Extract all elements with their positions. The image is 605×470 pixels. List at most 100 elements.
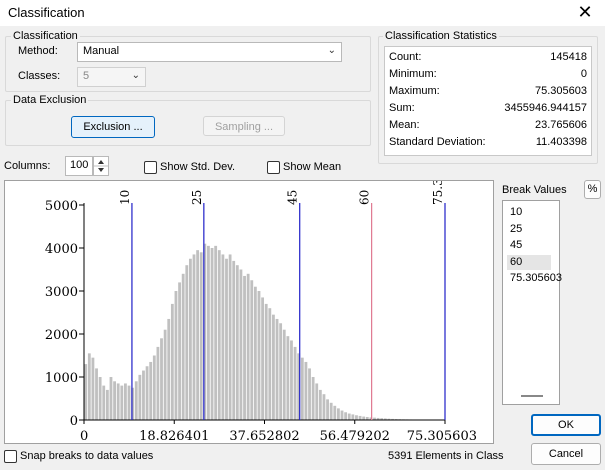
histogram-bar: [351, 414, 355, 420]
stat-key: Count:: [389, 51, 422, 63]
histogram-bar: [300, 357, 304, 420]
break-values-label: Break Values: [502, 184, 567, 196]
histogram-bar: [239, 269, 243, 420]
stat-key: Minimum:: [389, 68, 437, 80]
stat-value: 11.403398: [535, 136, 587, 148]
stat-value: 75.305603: [535, 85, 587, 97]
histogram-bar: [329, 402, 333, 420]
exclusion-button[interactable]: Exclusion ...: [71, 116, 155, 138]
histogram-bar: [95, 368, 98, 420]
histogram-bar: [344, 412, 348, 420]
histogram-bar: [87, 353, 91, 420]
stat-row: Count: 145418: [389, 51, 587, 67]
stat-value: 0: [580, 68, 587, 80]
columns-input[interactable]: 100: [65, 156, 93, 176]
classes-label: Classes:: [18, 70, 61, 82]
stat-key: Sum:: [389, 102, 415, 114]
break-value-item[interactable]: 10: [507, 205, 551, 220]
show-std-dev-label: Show Std. Dev.: [160, 161, 235, 173]
histogram-bar: [322, 394, 326, 420]
histogram-bar: [235, 265, 239, 420]
stat-key: Maximum:: [389, 85, 440, 97]
y-tick-label: 1000: [45, 371, 78, 386]
chevron-down-icon: ⌄: [131, 70, 140, 81]
percent-button[interactable]: %: [584, 180, 601, 199]
data-exclusion-group: [5, 100, 371, 146]
histogram-bar: [340, 410, 344, 420]
show-mean-checkbox[interactable]: [267, 161, 280, 174]
y-tick-label: 0: [70, 414, 78, 429]
break-label: 25: [190, 190, 204, 205]
title-bar: [0, 0, 605, 26]
histogram-bar: [91, 357, 95, 420]
histogram-bar: [192, 254, 196, 420]
histogram-bar: [98, 377, 102, 420]
stat-row: Maximum: 75.305603: [389, 85, 587, 101]
histogram-bar: [272, 314, 275, 420]
histogram-bar: [279, 323, 283, 420]
histogram-bar: [127, 385, 131, 420]
histogram-bar: [167, 318, 171, 420]
histogram-bar: [181, 273, 185, 420]
histogram-bar: [134, 381, 138, 420]
histogram-bar: [221, 254, 225, 420]
histogram-bar: [152, 355, 156, 420]
histogram-bar: [217, 250, 221, 420]
columns-spinner[interactable]: [93, 156, 109, 176]
histogram-bar: [138, 374, 142, 420]
histogram-bar: [268, 308, 272, 420]
break-value-item[interactable]: 75.305603: [507, 271, 562, 286]
break-label: 75.305603: [431, 181, 445, 205]
stat-row: Mean: 23.765606: [389, 119, 587, 135]
close-icon[interactable]: ✕: [575, 2, 595, 22]
histogram-bar: [304, 361, 308, 420]
histogram-bar: [113, 381, 116, 420]
chevron-down-icon: ⌄: [327, 45, 336, 56]
histogram-bar: [120, 385, 124, 420]
stat-value: 23.765606: [535, 119, 587, 131]
sampling-button: Sampling ...: [203, 116, 285, 136]
stat-value: 145418: [550, 51, 587, 63]
histogram-bar: [333, 405, 337, 420]
histogram-bar: [105, 389, 109, 420]
statistics-panel: Count: 145418 Minimum: 0 Maximum: 75.305603…: [384, 46, 592, 156]
histogram-bar: [124, 383, 127, 420]
snap-breaks-checkbox[interactable]: [4, 450, 17, 463]
break-value-item[interactable]: 45: [507, 238, 551, 253]
x-tick-label: 56.479202: [320, 429, 390, 443]
histogram-bar: [275, 318, 279, 420]
histogram-bar: [109, 377, 113, 420]
x-tick-label: 0: [80, 429, 88, 443]
histogram-bar: [210, 248, 214, 420]
histogram-bar: [228, 254, 232, 420]
break-values-list[interactable]: 10 25 45 60 75.305603: [502, 200, 562, 405]
break-label: 60: [358, 190, 372, 205]
histogram-bar: [156, 346, 160, 420]
y-tick-label: 2000: [45, 328, 78, 343]
list-scrollbar[interactable]: [521, 395, 543, 397]
histogram-bar: [282, 329, 286, 420]
histogram-bar: [257, 291, 261, 420]
ok-button[interactable]: OK: [531, 414, 601, 436]
method-value: Manual: [83, 45, 120, 57]
cancel-button[interactable]: Cancel: [531, 443, 601, 465]
histogram-bar: [315, 383, 319, 420]
y-tick-label: 4000: [45, 242, 78, 257]
method-select[interactable]: Manual ⌄: [77, 42, 342, 62]
stat-key: Mean:: [389, 119, 420, 131]
statistics-group-label: Classification Statistics: [383, 30, 499, 42]
x-tick-label: 75.305603: [407, 429, 477, 443]
histogram-bar: [232, 260, 236, 420]
histogram-bar: [145, 366, 149, 420]
stat-value: 3455946.944157: [504, 102, 587, 114]
histogram-bar: [308, 368, 311, 420]
histogram-svg[interactable]: 0 1000 2000 3000 4000 5000 0 18.826401 37.652802…: [5, 140, 493, 444]
histogram-bar: [261, 297, 264, 420]
histogram-bar: [286, 336, 290, 420]
break-value-item[interactable]: 25: [507, 222, 551, 237]
histogram-chart[interactable]: 0 1000 2000 3000 4000 5000 0 18.826401 37.652802…: [4, 140, 494, 444]
x-tick-label: 37.652802: [229, 429, 299, 443]
y-tick-label: 3000: [45, 285, 78, 300]
break-value-item[interactable]: 60: [507, 254, 551, 270]
show-std-dev-checkbox[interactable]: [144, 161, 157, 174]
